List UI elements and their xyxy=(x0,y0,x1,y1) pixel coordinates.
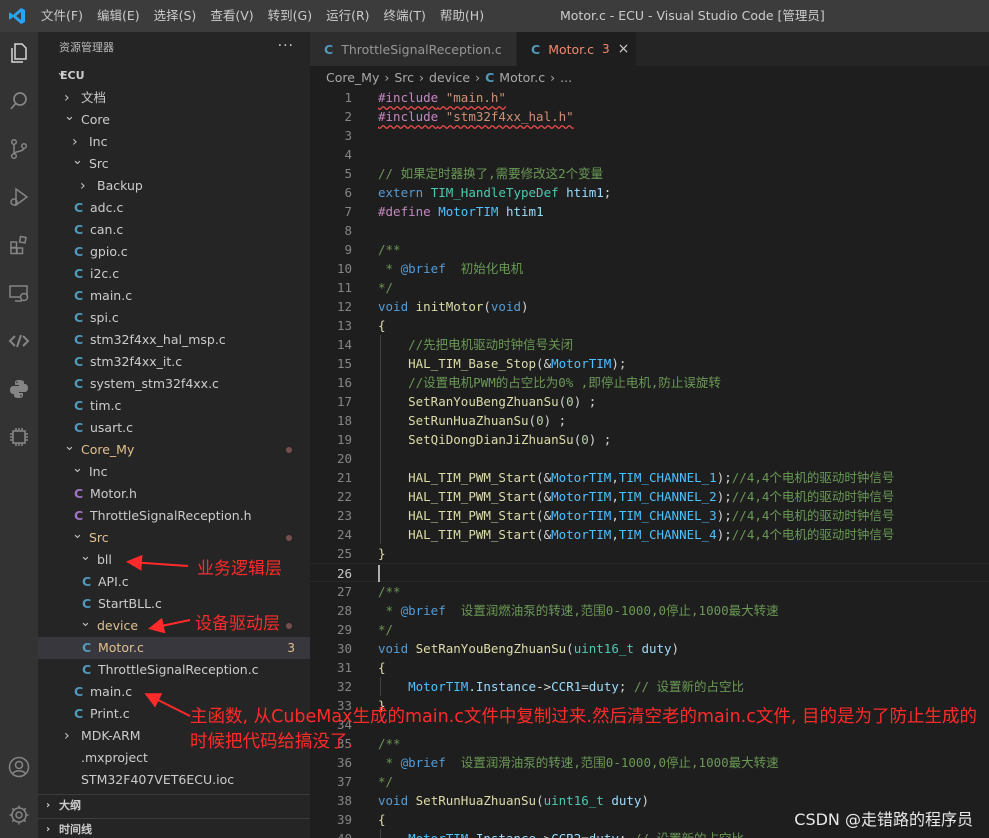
arrow-to-device xyxy=(148,617,191,634)
watermark: CSDN @走错路的程序员 xyxy=(794,810,973,829)
arrow-to-bll xyxy=(126,554,189,571)
annotation-device-driver: 设备驱动层 xyxy=(195,614,280,634)
annotation-business-logic: 业务逻辑层 xyxy=(197,559,282,579)
annotation-main-function: 主函数, 从CubeMax生成的main.c文件中复制过来.然后清空老的main… xyxy=(190,707,977,752)
arrow-to-main xyxy=(144,693,191,717)
